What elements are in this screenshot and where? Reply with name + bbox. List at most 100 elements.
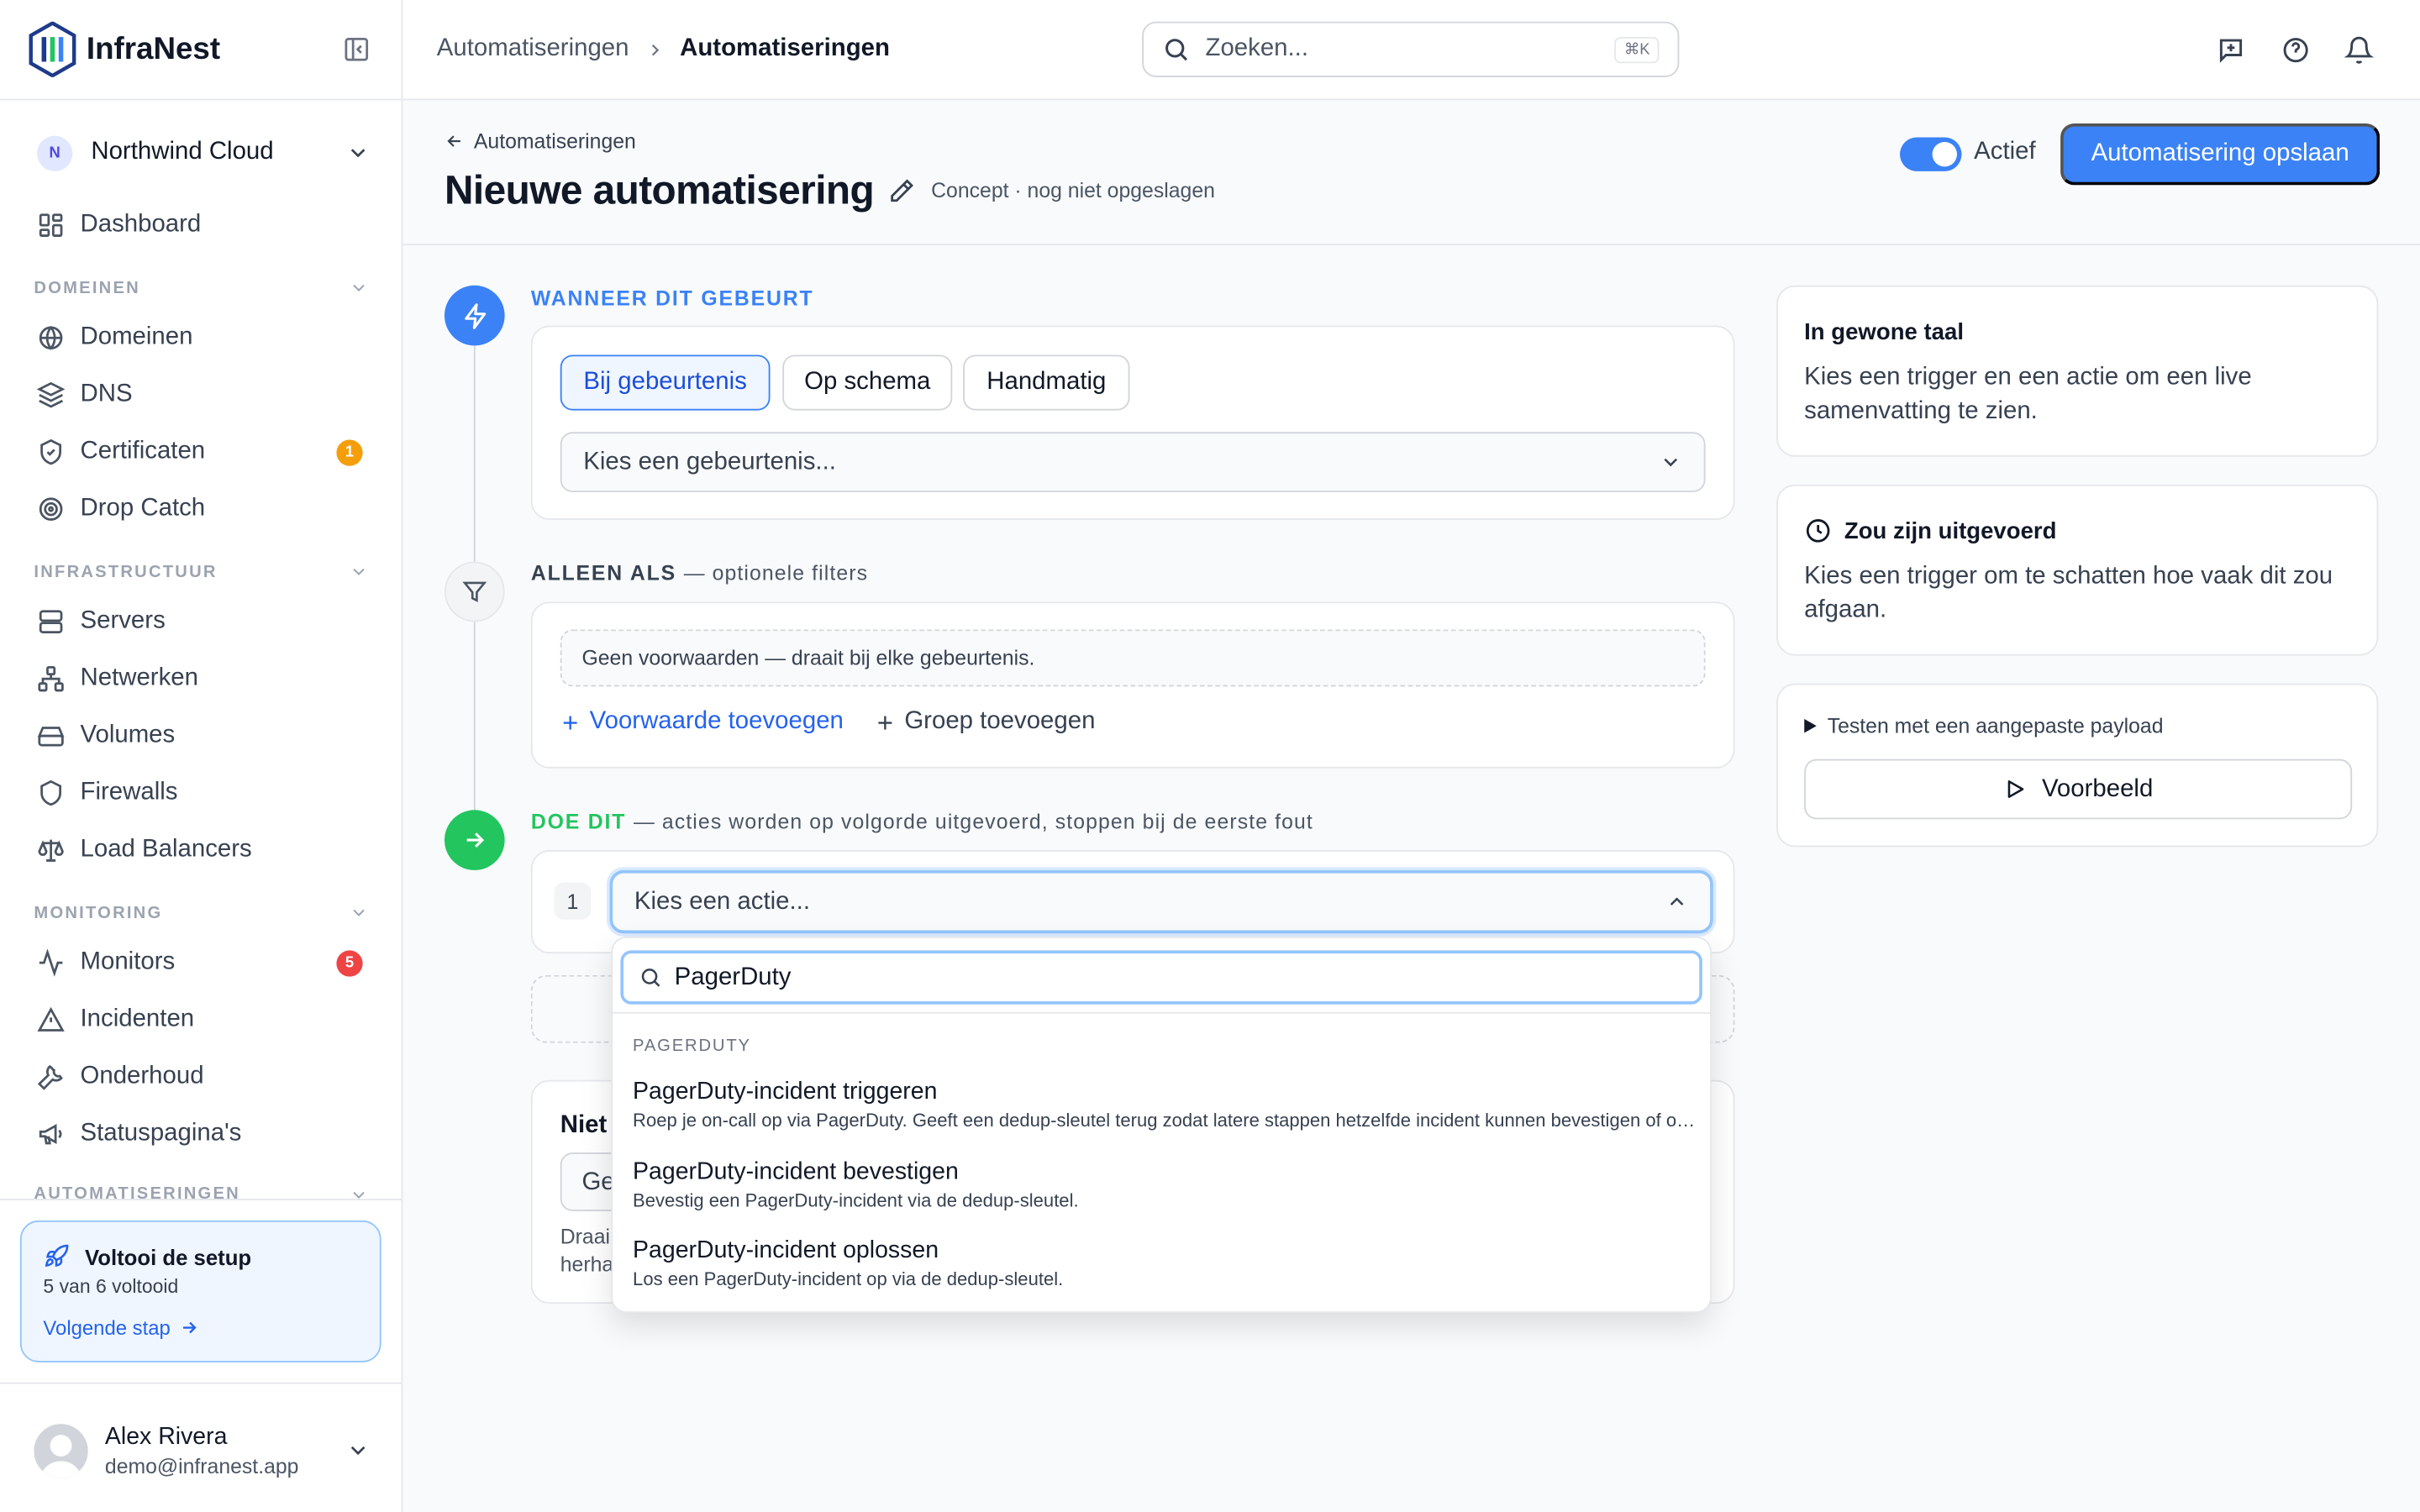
sidebar-item-servers[interactable]: Servers (37, 603, 369, 640)
on-error-desc-line: herha (560, 1252, 614, 1276)
brand-logo[interactable]: InfraNest (28, 21, 221, 77)
filter-step-icon (444, 561, 505, 622)
setup-card: Voltooi de setup 5 van 6 voltooid Volgen… (19, 1220, 381, 1362)
dropdown-option-resolve[interactable]: PagerDuty-incident oplossen Los een Page… (633, 1237, 1697, 1289)
dropdown-option-trigger[interactable]: PagerDuty-incident triggeren Roep je on-… (633, 1079, 1697, 1131)
header-divider (402, 244, 2420, 246)
arrow-right-icon (461, 827, 487, 853)
help-icon[interactable] (2281, 35, 2311, 65)
search-icon (1162, 35, 1190, 63)
step-connector (473, 345, 476, 565)
org-switcher[interactable]: N Northwind Cloud (37, 133, 371, 173)
chevron-right-icon (644, 39, 665, 60)
add-group-button[interactable]: Groep toevoegen (875, 708, 1095, 736)
chevron-down-icon (345, 140, 370, 165)
avatar (34, 1423, 88, 1478)
sidebar-item-status-pages[interactable]: Statuspagina's (37, 1116, 369, 1152)
action-search-value: PagerDuty (674, 963, 792, 990)
tab-on-event[interactable]: Bij gebeurtenis (560, 354, 771, 411)
sidebar-item-label: Servers (80, 607, 166, 634)
setup-title-text: Voltooi de setup (85, 1244, 252, 1269)
filter-heading-text: ALLEEN ALS (530, 561, 676, 585)
count-badge: 1 (336, 438, 363, 465)
pencil-icon[interactable] (888, 176, 916, 204)
back-link-label: Automatiseringen (473, 129, 636, 153)
option-description: Roep je on-call op via PagerDuty. Geeft … (633, 1109, 1698, 1131)
summary-title: In gewone taal (1804, 319, 1964, 346)
org-name: Northwind Cloud (91, 139, 274, 165)
sidebar-item-incidents[interactable]: Incidenten (37, 1001, 369, 1038)
sidebar-item-maintenance[interactable]: Onderhoud (37, 1058, 369, 1095)
topbar: Automatiseringen Automatiseringen Zoeken… (402, 0, 2420, 101)
sidebar-item-monitors[interactable]: Monitors 5 (37, 944, 369, 981)
sidebar-item-label: Onderhoud (80, 1063, 204, 1089)
toggle-knob (1932, 141, 1957, 167)
section-label: DOMEINEN (34, 278, 140, 297)
tab-schedule[interactable]: Op schema (782, 354, 953, 411)
wrench-icon (37, 1063, 65, 1091)
caret-right-icon (1804, 718, 1817, 733)
back-link[interactable]: Automatiseringen (445, 129, 636, 153)
tab-manual[interactable]: Handmatig (963, 354, 1130, 411)
section-infrastructure[interactable]: INFRASTRUCTUUR (34, 562, 369, 582)
bell-icon[interactable] (2344, 35, 2374, 65)
sidebar-item-drop-catch[interactable]: Drop Catch (37, 491, 369, 528)
would-run-heading: Zou zijn uitgevoerd (1804, 517, 2056, 544)
section-domains[interactable]: DOMEINEN (34, 278, 369, 298)
sidebar-item-networks[interactable]: Netwerken (37, 660, 369, 697)
empty-conditions: Geen voorwaarden — draait bij elke gebeu… (560, 629, 1706, 687)
layers-icon (37, 381, 66, 409)
action-dropdown: PagerDuty PAGERDUTY PagerDuty-incident t… (611, 936, 1712, 1314)
dropdown-option-acknowledge[interactable]: PagerDuty-incident bevestigen Bevestig e… (633, 1158, 1697, 1210)
user-name: Alex Rivera (104, 1423, 228, 1450)
next-step-link[interactable]: Volgende stap (43, 1316, 199, 1339)
sidebar-item-volumes[interactable]: Volumes (37, 717, 369, 754)
setup-progress: 5 van 6 voltooid (43, 1275, 179, 1298)
event-select[interactable]: Kies een gebeurtenis... (560, 432, 1706, 492)
save-automation-button[interactable]: Automatisering opslaan (2060, 123, 2381, 186)
sidebar-item-dashboard[interactable]: Dashboard (37, 207, 369, 244)
sidebar-item-label: Volumes (80, 722, 176, 748)
global-search[interactable]: Zoeken... ⌘K (1142, 21, 1680, 77)
lightning-icon (460, 302, 488, 329)
scale-icon (37, 837, 65, 864)
test-disclosure[interactable]: Testen met een aangepaste payload (1804, 714, 2163, 738)
rocket-icon (43, 1243, 69, 1269)
action-select[interactable]: Kies een actie... (609, 869, 1713, 934)
user-email: demo@infranest.app (104, 1454, 299, 1478)
breadcrumb-item[interactable]: Automatiseringen (437, 35, 629, 63)
shortcut-hint: ⌘K (1614, 36, 1660, 63)
search-placeholder: Zoeken... (1205, 35, 1309, 62)
sidebar-divider (0, 1199, 402, 1200)
would-run-text: Kies een trigger om te schatten hoe vaak… (1804, 563, 2333, 624)
user-menu[interactable]: Alex Rivera demo@infranest.app (34, 1420, 370, 1481)
count-badge: 5 (336, 949, 363, 976)
action-select-placeholder: Kies een actie... (634, 888, 810, 915)
sidebar-item-label: DNS (80, 381, 133, 407)
dropdown-divider (613, 1011, 1711, 1014)
add-condition-label: Voorwaarde toevoegen (589, 708, 844, 735)
chevron-up-icon (1665, 890, 1689, 914)
sidebar-item-certificates[interactable]: Certificaten 1 (37, 433, 369, 470)
add-condition-button[interactable]: Voorwaarde toevoegen (560, 708, 844, 736)
brand-name: InfraNest (86, 31, 221, 66)
on-error-desc-line: Draai (560, 1225, 610, 1248)
megaphone-icon (37, 1120, 65, 1147)
step-connector (473, 620, 476, 812)
section-label: MONITORING (34, 903, 163, 922)
option-description: Bevestig een PagerDuty-incident via de d… (633, 1189, 1079, 1211)
action-search-input[interactable]: PagerDuty (620, 950, 1702, 1005)
page-title: Nieuwe automatisering (444, 166, 875, 213)
sidebar-item-dns[interactable]: DNS (37, 376, 369, 413)
section-monitoring[interactable]: MONITORING (34, 902, 369, 922)
sidebar: InfraNest N Northwind Cloud Dashboard DO… (0, 0, 403, 1512)
preview-button[interactable]: Voorbeeld (1804, 759, 2353, 820)
active-toggle[interactable] (1900, 137, 1962, 171)
trigger-heading: WANNEER DIT GEBEURT (531, 287, 814, 311)
sidebar-item-load-balancers[interactable]: Load Balancers (37, 832, 369, 869)
sidebar-item-domains[interactable]: Domeinen (37, 319, 369, 356)
sidebar-item-firewalls[interactable]: Firewalls (37, 774, 369, 811)
collapse-sidebar-icon[interactable] (343, 35, 371, 63)
feedback-icon[interactable] (2217, 35, 2246, 65)
plus-icon (560, 712, 581, 732)
